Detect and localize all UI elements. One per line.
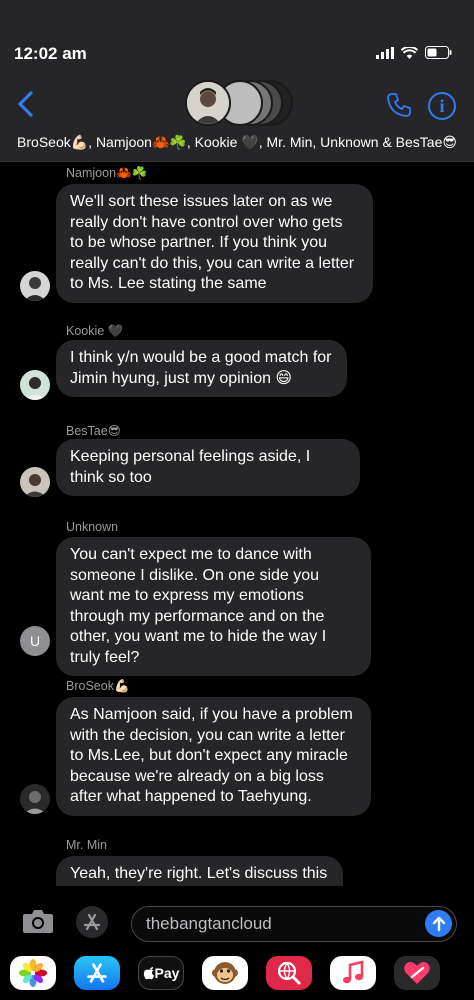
message-sender: Unknown bbox=[66, 520, 119, 534]
battery-icon bbox=[425, 46, 452, 59]
message-sender: Namjoon🦀☘️ bbox=[66, 166, 148, 180]
message-bubble[interactable]: Keeping personal feelings aside, I think… bbox=[56, 439, 360, 496]
message-list[interactable]: Namjoon🦀☘️ We'll sort these issues later… bbox=[0, 162, 474, 886]
photos-app-button[interactable] bbox=[10, 956, 56, 990]
sender-avatar[interactable] bbox=[20, 467, 50, 497]
sender-avatar[interactable]: U bbox=[20, 626, 50, 656]
globe-search-icon bbox=[277, 961, 301, 985]
music-note-icon bbox=[343, 960, 364, 984]
apple-pay-icon bbox=[143, 967, 154, 980]
signal-icon bbox=[376, 46, 394, 59]
group-names[interactable]: BroSeok💪🏻, Namjoon🦀☘️, Kookie 🖤, Mr. Min… bbox=[0, 134, 474, 151]
message-input-wrapper bbox=[131, 906, 457, 942]
message-input[interactable] bbox=[146, 911, 416, 937]
person-photo-icon bbox=[20, 467, 50, 497]
message-bubble[interactable]: As Namjoon said, if you have a problem w… bbox=[56, 697, 371, 816]
group-avatars[interactable] bbox=[185, 80, 295, 126]
send-button[interactable] bbox=[425, 910, 452, 937]
message-sender: BroSeok💪🏻 bbox=[66, 679, 130, 693]
chevron-left-icon[interactable] bbox=[14, 90, 38, 118]
status-bar: 12:02 am bbox=[0, 0, 474, 80]
message-sender: Mr. Min bbox=[66, 838, 107, 852]
animoji-app-button[interactable] bbox=[202, 956, 248, 990]
person-photo-icon bbox=[20, 370, 50, 400]
message-bubble[interactable]: You can't expect me to dance with someon… bbox=[56, 537, 371, 676]
photos-icon bbox=[19, 959, 47, 987]
status-icons bbox=[376, 46, 452, 59]
heart-touch-icon bbox=[404, 962, 430, 984]
digital-touch-app-button[interactable] bbox=[394, 956, 440, 990]
apple-pay-app-button[interactable]: Pay bbox=[138, 956, 184, 990]
sender-avatar[interactable] bbox=[20, 784, 50, 814]
compose-bar bbox=[0, 886, 474, 948]
person-photo-icon bbox=[187, 82, 229, 124]
wifi-icon bbox=[401, 46, 418, 59]
app-store-icon bbox=[87, 963, 107, 983]
message-sender: BesTae😎 bbox=[66, 424, 121, 438]
app-drawer: Pay bbox=[0, 948, 474, 1000]
message-bubble[interactable]: Yeah, they're right. Let's discuss this … bbox=[56, 856, 343, 886]
message-sender: Kookie 🖤 bbox=[66, 324, 124, 338]
phone-icon[interactable] bbox=[386, 92, 412, 118]
monkey-icon bbox=[212, 962, 238, 984]
sender-avatar[interactable] bbox=[20, 370, 50, 400]
camera-icon[interactable] bbox=[22, 908, 54, 934]
arrow-up-icon bbox=[432, 916, 445, 931]
music-app-button[interactable] bbox=[330, 956, 376, 990]
person-photo-icon bbox=[20, 271, 50, 301]
conversation-header: i BroSeok💪🏻, Namjoon🦀☘️, Kookie 🖤, Mr. M… bbox=[0, 80, 474, 162]
sender-avatar[interactable] bbox=[20, 271, 50, 301]
app-store-app-button[interactable] bbox=[74, 956, 120, 990]
message-bubble[interactable]: We'll sort these issues later on as we r… bbox=[56, 184, 373, 303]
avatar bbox=[185, 80, 231, 126]
message-bubble[interactable]: I think y/n would be a good match for Ji… bbox=[56, 340, 347, 397]
status-time: 12:02 am bbox=[14, 44, 87, 63]
image-search-app-button[interactable] bbox=[266, 956, 312, 990]
app-store-icon[interactable] bbox=[76, 906, 108, 938]
person-photo-icon bbox=[20, 784, 50, 814]
apple-pay-label: Pay bbox=[154, 965, 180, 981]
info-icon[interactable]: i bbox=[428, 92, 456, 120]
